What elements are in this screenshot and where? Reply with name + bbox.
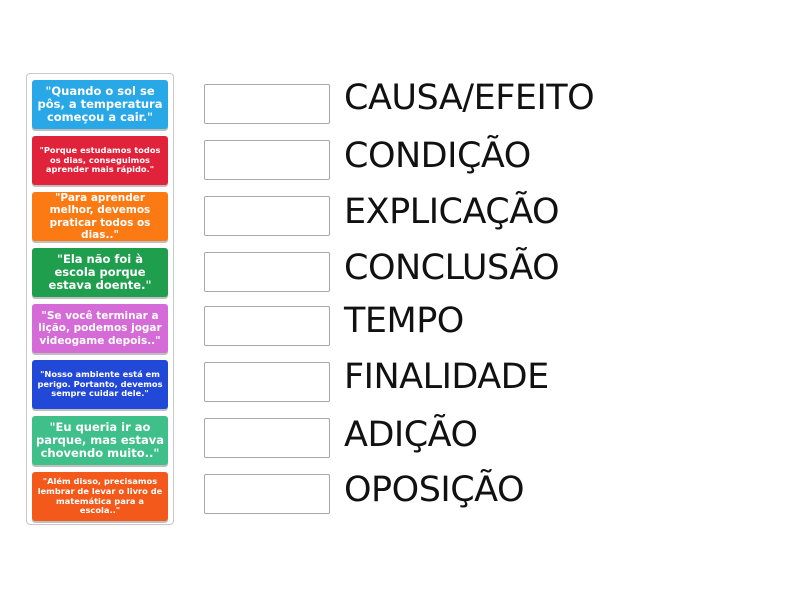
draggable-card-1[interactable]: "Quando o sol se pôs, a temperatura come… [32, 80, 168, 129]
target-label-adicao: ADIÇÃO [344, 415, 478, 455]
draggable-card-7[interactable]: "Eu queria ir ao parque, mas estava chov… [32, 416, 168, 465]
drop-slot-condicao[interactable] [204, 140, 330, 180]
drop-slot-explicacao[interactable] [204, 196, 330, 236]
drop-slot-finalidade[interactable] [204, 362, 330, 402]
drop-slot-tempo[interactable] [204, 306, 330, 346]
card-text: "Para aprender melhor, devemos praticar … [49, 192, 151, 241]
card-text: "Eu queria ir ao parque, mas estava chov… [35, 419, 164, 461]
drop-slot-adicao[interactable] [204, 418, 330, 458]
target-label-explicacao: EXPLICAÇÃO [344, 192, 560, 232]
card-text: "Se você terminar a lição, podemos jogar… [38, 310, 162, 347]
target-label-tempo: TEMPO [344, 301, 464, 341]
card-text: "Porque estudamos todos os dias, consegu… [39, 145, 161, 175]
card-text: "Ela não foi à escola porque estava doen… [48, 251, 152, 293]
card-text: "Quando o sol se pôs, a temperatura come… [37, 83, 163, 125]
card-text: "Nosso ambiente está em perigo. Portanto… [37, 369, 163, 399]
drop-slot-conclusao[interactable] [204, 252, 330, 292]
draggable-card-3[interactable]: "Para aprender melhor, devemos praticar … [32, 192, 168, 241]
target-label-condicao: CONDIÇÃO [344, 136, 531, 176]
draggable-card-2[interactable]: "Porque estudamos todos os dias, consegu… [32, 136, 168, 185]
target-label-oposicao: OPOSIÇÃO [344, 470, 525, 510]
target-label-conclusao: CONCLUSÃO [344, 248, 560, 288]
target-label-finalidade: FINALIDADE [344, 357, 549, 397]
draggable-card-8[interactable]: "Além disso, precisamos lembrar de levar… [32, 472, 168, 521]
draggable-card-5[interactable]: "Se você terminar a lição, podemos jogar… [32, 304, 168, 353]
draggable-card-4[interactable]: "Ela não foi à escola porque estava doen… [32, 248, 168, 297]
target-label-causa-efeito: CAUSA/EFEITO [344, 78, 595, 118]
card-text: "Além disso, precisamos lembrar de levar… [37, 476, 163, 516]
drop-slot-causa-efeito[interactable] [204, 84, 330, 124]
draggable-card-6[interactable]: "Nosso ambiente está em perigo. Portanto… [32, 360, 168, 409]
drop-slot-oposicao[interactable] [204, 474, 330, 514]
